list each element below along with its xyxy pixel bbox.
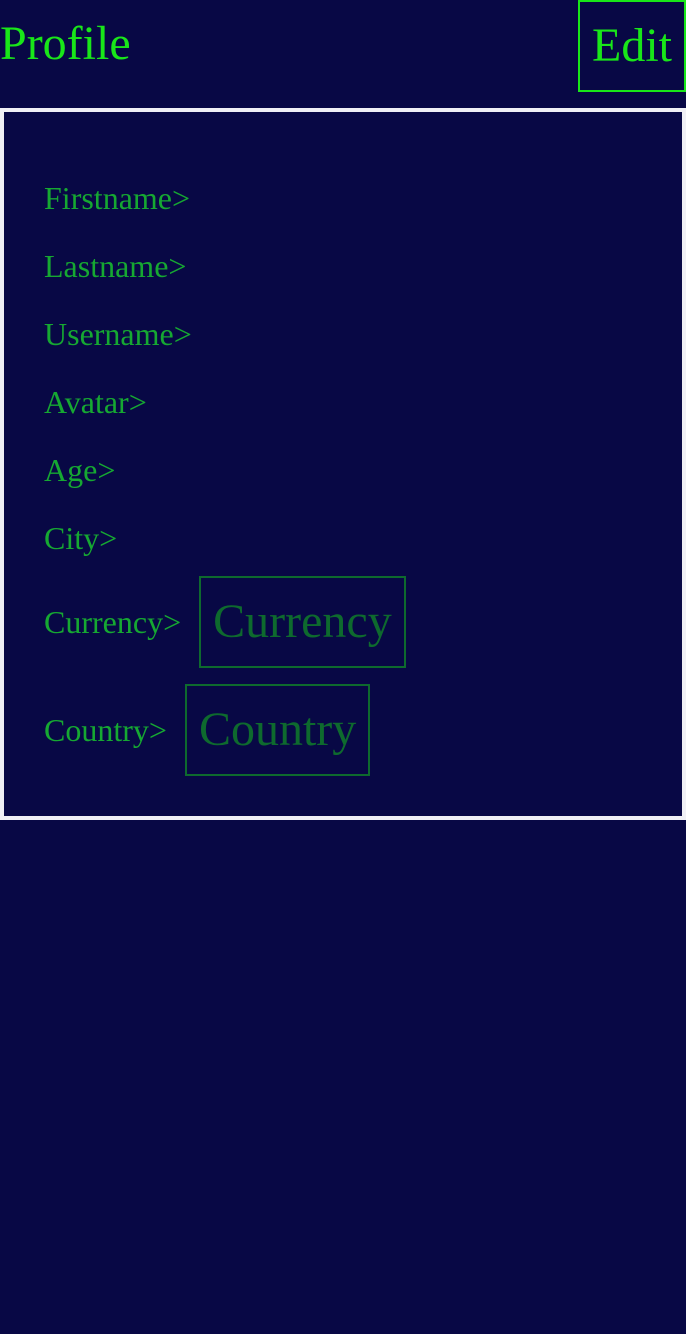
- currency-label: Currency>: [44, 604, 182, 640]
- country-select[interactable]: Country: [184, 684, 371, 776]
- firstname-row: Firstname>: [44, 178, 190, 218]
- avatar-row: Avatar>: [44, 382, 147, 422]
- page-title: Profile: [0, 17, 131, 70]
- city-label: City>: [44, 520, 118, 556]
- firstname-label: Firstname>: [44, 180, 191, 216]
- avatar-label: Avatar>: [44, 384, 147, 420]
- currency-select[interactable]: Currency: [199, 576, 406, 668]
- username-label: Username>: [44, 316, 192, 352]
- country-label: Country>: [44, 712, 167, 748]
- currency-row: Currency> Currency: [44, 576, 406, 668]
- lastname-label: Lastname>: [44, 248, 187, 284]
- age-label: Age>: [44, 452, 116, 488]
- header: Profile Edit: [0, 0, 686, 108]
- profile-panel: Firstname> Lastname> Username> Avatar> A…: [0, 108, 686, 820]
- age-row: Age>: [44, 450, 115, 490]
- username-row: Username>: [44, 314, 192, 354]
- city-row: City>: [44, 518, 117, 558]
- edit-button[interactable]: Edit: [578, 0, 686, 92]
- country-row: Country> Country: [44, 684, 371, 776]
- lastname-row: Lastname>: [44, 246, 186, 286]
